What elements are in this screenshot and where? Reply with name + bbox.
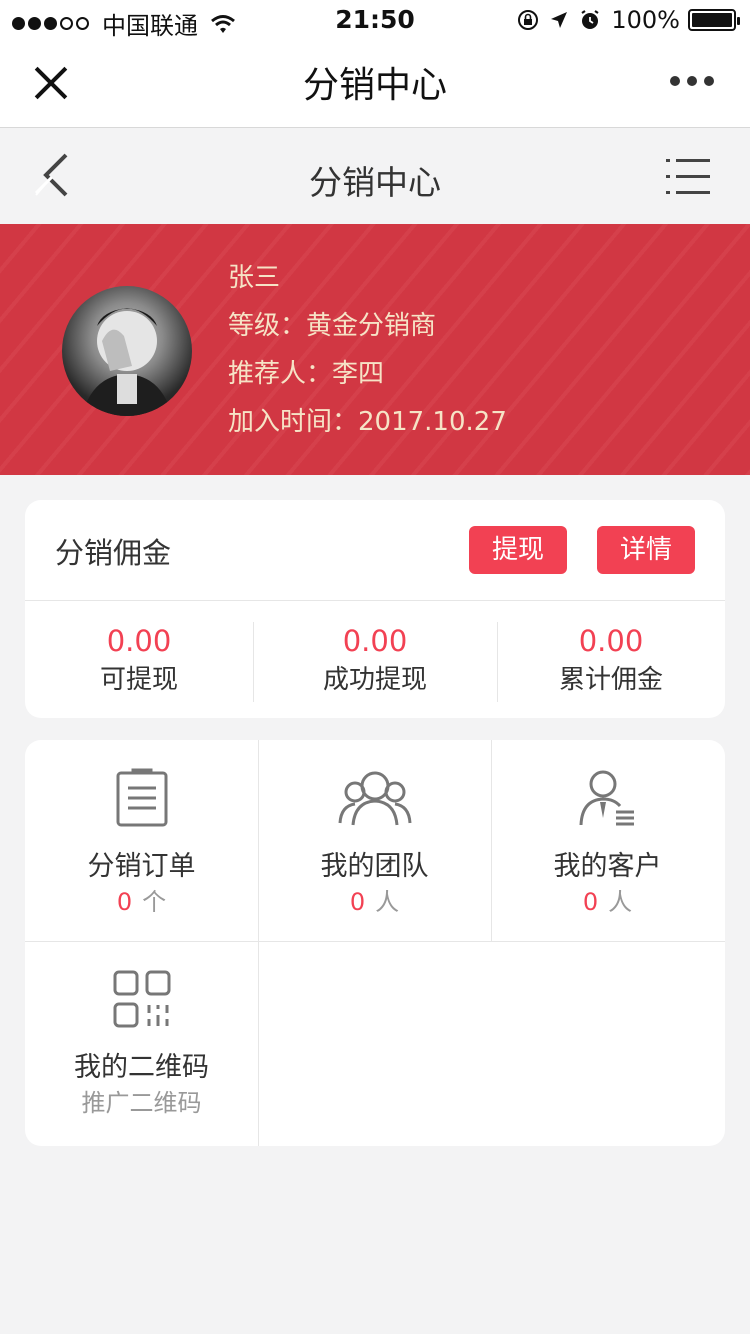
battery-percent: 100% bbox=[611, 6, 680, 34]
user-referrer: 推荐人：李四 bbox=[228, 359, 385, 389]
grid-item-count: 0 bbox=[582, 888, 599, 916]
wechat-title: 分销中心 bbox=[302, 65, 447, 106]
grid-item-label: 我的二维码 bbox=[74, 1052, 209, 1083]
grid-item-qr-code[interactable]: 我的二维码 推广二维码 bbox=[25, 941, 258, 1143]
customer-icon bbox=[579, 770, 634, 826]
stat-value: 0.00 bbox=[578, 624, 644, 658]
grid-item-team[interactable]: 我的团队 0人 bbox=[258, 740, 491, 942]
user-level: 等级：黄金分销商 bbox=[228, 311, 437, 341]
qr-code-icon bbox=[113, 970, 170, 1028]
grid-item-orders[interactable]: 分销订单 0个 bbox=[25, 740, 258, 942]
page-title: 分销中心 bbox=[309, 163, 441, 202]
grid-item-label: 我的团队 bbox=[320, 851, 429, 882]
stat-value: 0.00 bbox=[106, 624, 172, 658]
location-arrow-icon bbox=[551, 12, 568, 28]
alarm-icon bbox=[581, 10, 599, 29]
function-grid: 分销订单 0个 我的团队 0人 我的客户 0 人 我的二维码 推广二维码 bbox=[25, 740, 725, 1146]
grid-item-label: 分销订单 bbox=[87, 851, 196, 882]
page-header: 分销中心 bbox=[0, 129, 750, 224]
user-name: 张三 bbox=[228, 263, 281, 293]
grid-item-count: 0 bbox=[349, 888, 366, 916]
stat-label: 成功提现 bbox=[322, 665, 427, 695]
grid-item-label: 我的客户 bbox=[553, 851, 662, 882]
avatar bbox=[62, 286, 192, 416]
grid-item-customers[interactable]: 我的客户 0人 bbox=[491, 740, 724, 942]
order-list-icon bbox=[116, 768, 167, 827]
rotation-lock-icon bbox=[518, 10, 539, 30]
stat-total-commission[interactable]: 0.00 累计佣金 bbox=[497, 622, 725, 704]
wechat-nav-bar: 分销中心 bbox=[0, 40, 750, 128]
grid-item-unit: 人 bbox=[375, 888, 400, 916]
stat-value: 0.00 bbox=[342, 624, 408, 658]
detail-button[interactable]: 详情 bbox=[597, 526, 695, 574]
user-join-date: 加入时间：2017.10.27 bbox=[228, 407, 507, 437]
stat-label: 可提现 bbox=[99, 665, 178, 695]
stat-withdrawable[interactable]: 0.00 可提现 bbox=[25, 622, 253, 704]
battery-icon bbox=[688, 9, 740, 31]
grid-item-unit: 个 bbox=[142, 888, 167, 916]
divider bbox=[25, 600, 725, 601]
commission-card: 分销佣金 提现 详情 0.00 可提现 0.00 成功提现 0.00 累计佣金 bbox=[25, 500, 725, 718]
withdraw-button[interactable]: 提现 bbox=[469, 526, 567, 574]
profile-banner: 张三 等级：黄金分销商 推荐人：李四 加入时间：2017.10.27 bbox=[0, 224, 750, 475]
stat-withdrawn[interactable]: 0.00 成功提现 bbox=[253, 622, 497, 704]
team-icon bbox=[338, 771, 411, 826]
status-bar: 中国联通 21:50 100% bbox=[0, 0, 750, 40]
stat-label: 累计佣金 bbox=[558, 665, 663, 695]
grid-item-unit: 人 bbox=[608, 888, 633, 916]
grid-item-sublabel: 推广二维码 bbox=[81, 1089, 202, 1117]
more-dots-icon[interactable] bbox=[663, 76, 714, 86]
list-menu-icon[interactable] bbox=[666, 157, 710, 197]
commission-title: 分销佣金 bbox=[55, 536, 172, 570]
grid-item-count: 0 bbox=[116, 888, 133, 916]
